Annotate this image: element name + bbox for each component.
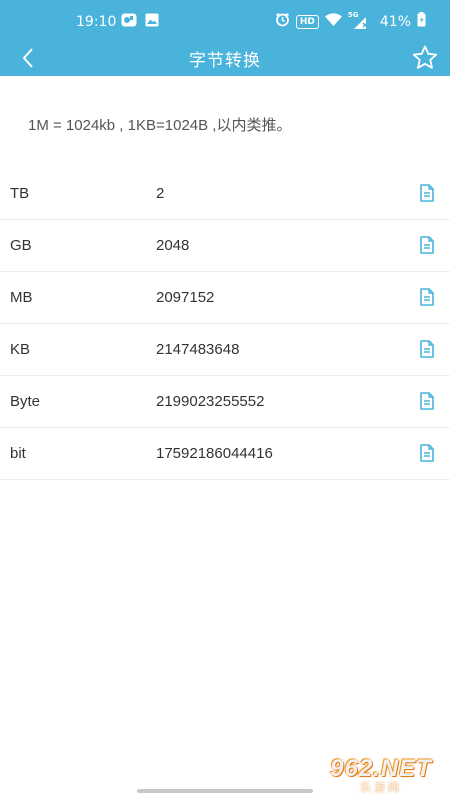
unit-label: KB [10, 341, 31, 358]
table-row: GB 2048 [0, 220, 450, 272]
unit-label: Byte [10, 393, 41, 410]
cellular-signal-icon: 5G [348, 11, 368, 30]
unit-value: 2048 [156, 237, 190, 254]
unit-label: bit [10, 445, 26, 462]
document-icon[interactable] [417, 443, 437, 463]
favorite-button[interactable] [410, 42, 440, 72]
wifi-icon [324, 13, 342, 30]
header: 19:10 HD 5G 41% 字节转换 [0, 0, 450, 76]
status-time: 19:10 [76, 14, 117, 30]
table-row: TB 2 [0, 168, 450, 220]
watermark-logo-text: 962.NET [330, 755, 432, 782]
unit-label: MB [10, 289, 33, 306]
conversion-list: TB 2 GB 2048 MB 2097152 KB 2147483648 By… [0, 168, 450, 480]
status-system-icons: HD 5G 41% [275, 11, 426, 31]
page-title: 字节转换 [189, 51, 261, 70]
conversion-hint: 1M = 1024kb , 1KB=1024B ,以内类推。 [28, 117, 292, 134]
document-icon[interactable] [417, 339, 437, 359]
table-row: bit 17592186044416 [0, 428, 450, 480]
document-icon[interactable] [417, 183, 437, 203]
unit-value: 2199023255552 [156, 393, 265, 410]
watermark-logo: 962.NET 乐游网 [312, 752, 450, 800]
unit-value: 2097152 [156, 289, 215, 306]
app-bar: 字节转换 [0, 40, 450, 76]
battery-icon [417, 12, 426, 31]
hd-badge: HD [295, 14, 319, 29]
battery-percent: 41% [379, 13, 411, 30]
alarm-icon [275, 12, 290, 31]
document-icon[interactable] [417, 235, 437, 255]
unit-value: 2 [156, 185, 165, 202]
unit-label: GB [10, 237, 32, 254]
unit-value: 17592186044416 [156, 445, 273, 462]
document-icon[interactable] [417, 391, 437, 411]
unit-label: TB [10, 185, 30, 202]
status-notification-icons [121, 13, 159, 31]
image-notification-icon [145, 13, 159, 31]
document-icon[interactable] [417, 287, 437, 307]
table-row: KB 2147483648 [0, 324, 450, 376]
table-row: MB 2097152 [0, 272, 450, 324]
app-notification-icon [121, 13, 137, 31]
table-row: Byte 2199023255552 [0, 376, 450, 428]
status-bar: 19:10 HD 5G 41% [0, 0, 450, 40]
unit-value: 2147483648 [156, 341, 240, 358]
watermark-subtitle: 乐游网 [360, 782, 402, 794]
home-indicator[interactable] [137, 789, 313, 793]
star-icon [412, 45, 438, 69]
